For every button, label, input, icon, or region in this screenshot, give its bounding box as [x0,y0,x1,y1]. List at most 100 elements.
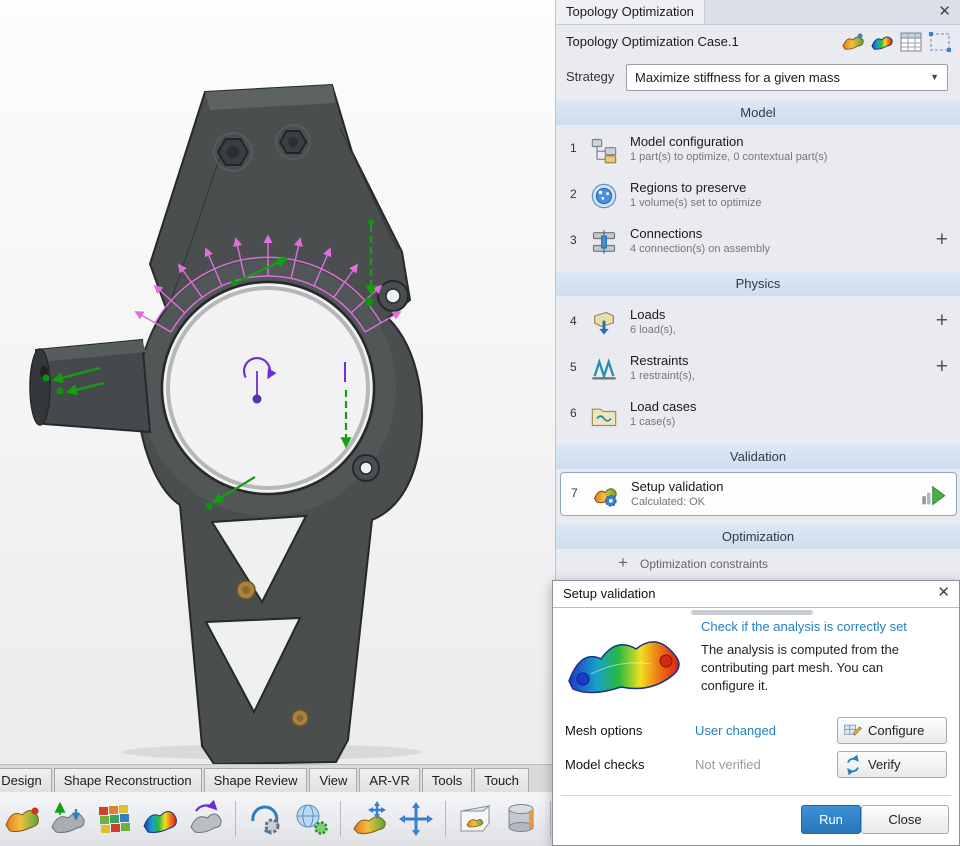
model-checks-label: Model checks [565,757,645,772]
item-number: 4 [570,314,577,328]
scrollbar-thumb[interactable] [691,610,813,615]
item-sub: Calculated: OK [631,496,705,508]
smooth-part-icon[interactable] [186,799,226,839]
update-gear-icon[interactable] [245,799,285,839]
box-part-icon[interactable] [455,799,495,839]
globe-gear-icon[interactable] [291,799,331,839]
dialog-title: Setup validation [563,586,656,601]
chevron-down-icon: ▼ [930,72,939,82]
case-icon-results[interactable] [870,30,894,54]
model-checks-status: Not verified [695,757,761,772]
toolbar-icon-bar [0,792,596,846]
close-icon[interactable]: ✕ [937,584,950,602]
item-label: Load cases [630,399,697,414]
item-sub: 1 restraint(s), [630,370,695,382]
item-label: Restraints [630,353,689,368]
panel-item-load-cases[interactable]: 6 Load cases 1 case(s) [556,392,960,438]
topology-optimization-panel: Topology Optimization ✕ Topology Optimiz… [555,0,960,583]
configure-button[interactable]: Configure [837,717,947,744]
add-restraint-button[interactable]: + [936,355,948,379]
toolbar-separator [340,801,341,837]
item-label: Regions to preserve [630,180,747,195]
section-header-validation[interactable]: Validation [556,444,960,469]
strategy-label: Strategy [566,69,615,84]
item-sub: 1 volume(s) set to optimize [630,197,762,209]
connections-icon [592,230,616,254]
ribbon-tab-bar: t Design Shape Reconstruction Shape Revi… [0,764,555,793]
item-number: 5 [570,360,577,374]
cylinder-icon[interactable] [501,799,541,839]
close-icon[interactable]: ✕ [938,3,951,21]
item-sub: 4 connection(s) on assembly [630,243,771,255]
tab-ar-vr[interactable]: AR-VR [359,768,420,793]
panel-tab-topology-optimization[interactable]: Topology Optimization [556,0,705,24]
panel-item-loads[interactable]: 4 Loads 6 load(s), + [556,300,960,346]
mesh-options-status[interactable]: User changed [695,723,776,738]
configure-label: Configure [868,723,925,738]
loads-transfer-icon[interactable] [350,799,390,839]
close-button[interactable]: Close [861,805,949,834]
dialog-titlebar: Setup validation ✕ [553,581,959,608]
case-icon-optimized-shape[interactable] [841,30,865,54]
toolbar-separator [235,801,236,837]
strategy-value: Maximize stiffness for a given mass [635,70,840,85]
mesh-options-label: Mesh options [565,723,643,738]
item-label: Loads [630,307,666,322]
dialog-divider [561,795,951,796]
3d-viewport[interactable] [0,0,555,766]
tab-part-design[interactable]: t Design [0,768,52,793]
toolbar-separator [550,801,551,837]
section-header-model[interactable]: Model [556,100,960,125]
add-load-button[interactable]: + [936,309,948,333]
panel-item-setup-validation[interactable]: 7 Setup validation Calculated: OK [560,472,957,516]
dialog-headline: Check if the analysis is correctly set [701,619,907,634]
constraints-label: Optimization constraints [640,557,769,571]
toolbar-separator [445,801,446,837]
strategy-dropdown[interactable]: Maximize stiffness for a given mass ▼ [626,64,948,91]
item-label: Model configuration [630,134,744,149]
run-validation-icon[interactable] [920,481,948,509]
model-configuration-icon [591,138,617,164]
dialog-body-text: The analysis is computed from the contri… [701,642,899,694]
loads-icon [594,311,614,335]
item-sub: 1 part(s) to optimize, 0 contextual part… [630,151,828,163]
configure-mesh-icon [844,724,862,736]
tab-tools[interactable]: Tools [421,768,473,793]
case-icon-table[interactable] [899,30,923,54]
item-number: 2 [570,187,577,201]
mesh-colors-icon[interactable] [94,799,134,839]
case-icon-selection[interactable] [928,30,952,54]
panel-item-restraints[interactable]: 5 Restraints 1 restraint(s), + [556,346,960,392]
tab-shape-reconstruction[interactable]: Shape Reconstruction [53,768,202,793]
optimization-constraints-row[interactable]: + Optimization constraints [556,552,960,576]
item-label: Setup validation [631,479,724,494]
tab-shape-review[interactable]: Shape Review [203,768,308,793]
item-number: 1 [570,141,577,155]
morph-part-icon[interactable] [48,799,88,839]
case-title: Topology Optimization Case.1 [566,34,739,49]
add-connection-button[interactable]: + [936,228,948,252]
item-sub: 1 case(s) [630,416,676,428]
item-label: Connections [630,226,703,241]
result-part-icon[interactable] [140,799,180,839]
verify-refresh-icon [847,754,859,775]
section-header-optimization[interactable]: Optimization [556,524,960,549]
move-arrows-icon[interactable] [396,799,436,839]
tab-view[interactable]: View [309,768,358,793]
add-constraint-icon[interactable]: + [618,553,628,573]
panel-item-connections[interactable]: 3 Connections 4 connection(s) on assembl… [556,219,960,265]
item-number: 3 [570,233,577,247]
tab-touch[interactable]: Touch [474,768,529,793]
verify-button[interactable]: Verify [837,751,947,778]
item-number: 7 [571,486,578,500]
panel-item-model-configuration[interactable]: 1 Model configuration 1 part(s) to optim… [556,127,960,173]
strategy-row: Strategy Maximize stiffness for a given … [556,60,960,94]
setup-validation-icon [593,488,617,507]
panel-item-regions-to-preserve[interactable]: 2 Regions to preserve 1 volume(s) set to… [556,173,960,219]
section-header-physics[interactable]: Physics [556,271,960,296]
setup-validation-dialog: Setup validation ✕ Check if the analysis… [552,580,960,846]
regions-to-preserve-icon [591,183,617,209]
optimize-part-icon[interactable] [2,799,42,839]
run-button[interactable]: Run [801,805,861,834]
restraints-icon [592,358,616,380]
